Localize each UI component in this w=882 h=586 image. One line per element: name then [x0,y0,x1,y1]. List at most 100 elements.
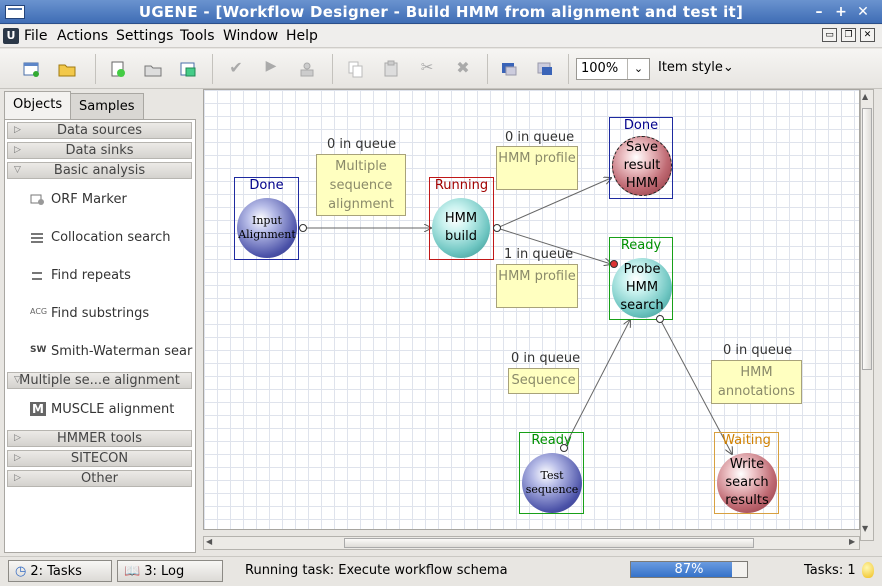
status-label: Ready [620,238,662,253]
queue-label: 0 in queue [505,130,575,145]
configure-icon[interactable] [296,58,318,80]
list-item-muscle[interactable]: MUSCLE alignment [51,402,174,417]
validate-icon[interactable]: ✔ [225,58,247,80]
menu-file[interactable]: File [24,28,47,44]
horizontal-scroll-thumb[interactable] [344,538,754,548]
horizontal-scrollbar[interactable]: ◀ ▶ [203,536,860,550]
input-alignment-node: Input Alignment [237,198,297,258]
paste-icon[interactable] [380,58,402,80]
process-test-sequence[interactable]: Ready Test sequence [519,432,584,514]
status-label: Done [249,178,284,193]
slot-note-hmm-annotations: HMM annotations [711,360,802,404]
progress-label: 87% [674,562,704,577]
export-schema-icon[interactable] [177,58,199,80]
cut-icon[interactable]: ✂ [416,58,438,80]
run-icon[interactable]: ▶ [260,58,282,80]
tab-objects[interactable]: Objects [4,91,72,120]
list-item-find-repeats[interactable]: Find repeats [51,268,131,283]
lightbulb-icon[interactable] [862,562,874,578]
input-port[interactable] [610,260,618,268]
list-item-find-substrings[interactable]: Find substrings [51,306,149,321]
mdi-restore-button[interactable]: ❐ [841,28,856,42]
task-progress-bar: 87% [630,561,748,578]
output-port[interactable] [560,444,568,452]
open-folder-icon[interactable] [56,58,78,80]
item-style-menu[interactable]: Item style⌄ [658,60,734,75]
chevron-right-icon: ▷ [14,433,21,443]
group-multiple-alignment[interactable]: ▽ Multiple se...e alignment [7,372,192,389]
slot-note-sequence: Sequence [508,368,579,394]
process-write-results[interactable]: Waiting Write search results [714,432,779,514]
list-item-smith-waterman[interactable]: Smith-Waterman sear [51,344,192,359]
slot-note-msa: Multiple sequence alignment [316,154,406,216]
zoom-select[interactable]: 100% ⌄ [576,58,650,80]
copy-icon[interactable] [344,58,366,80]
menu-window[interactable]: Window [223,28,278,44]
process-input-alignment[interactable]: Done Input Alignment [234,177,299,260]
chevron-right-icon: ▷ [14,125,21,135]
ugene-logo-icon: U [3,28,19,44]
write-results-node: Write search results [717,453,777,513]
tab-samples[interactable]: Samples [70,93,144,119]
scroll-up-icon[interactable]: ▲ [862,92,872,101]
output-port[interactable] [299,224,307,232]
scroll-left-icon[interactable]: ◀ [206,537,212,546]
minimize-button[interactable]: – [810,3,828,21]
group-other[interactable]: ▷ Other [7,470,192,487]
status-label: Ready [531,433,572,448]
output-port[interactable] [656,315,664,323]
workflow-canvas[interactable]: Done Input Alignment Running HMM build D… [203,89,860,530]
save-schema-icon[interactable] [142,58,164,80]
slot-note-hmm-profile: HMM profile [496,146,578,190]
maximize-button[interactable]: + [832,3,850,21]
collocation-icon [30,231,46,245]
load-schema-icon[interactable] [107,58,129,80]
delete-icon[interactable]: ✖ [452,58,474,80]
slot-note-hmm-profile: HMM profile [496,264,578,308]
find-substrings-icon: ACG [30,307,48,316]
chevron-down-icon: ⌄ [722,60,734,75]
vertical-scroll-thumb[interactable] [862,108,872,370]
queue-label: 0 in queue [511,351,581,366]
chevron-down-icon[interactable]: ⌄ [627,59,649,79]
mdi-minimize-button[interactable]: ▭ [822,28,837,42]
find-repeats-icon [30,269,46,283]
menu-help[interactable]: Help [286,28,318,44]
queue-label: 0 in queue [723,343,793,358]
group-data-sinks[interactable]: ▷ Data sinks [7,142,192,159]
orf-marker-icon [30,193,46,207]
group-hmmer-tools[interactable]: ▷ HMMER tools [7,430,192,447]
status-label: Waiting [722,433,771,448]
menu-settings[interactable]: Settings [116,28,173,44]
mdi-close-button[interactable]: ✕ [860,28,875,42]
list-item-collocation-search[interactable]: Collocation search [51,230,171,245]
group-data-sources[interactable]: ▷ Data sources [7,122,192,139]
process-save-hmm[interactable]: Done Save result HMM [609,117,673,199]
log-button[interactable]: 📖 3: Log [117,560,223,582]
scroll-down-icon[interactable]: ▼ [862,524,872,533]
group-basic-analysis[interactable]: ▽ Basic analysis [7,162,192,179]
status-label: Running [434,178,489,193]
chevron-down-icon: ▽ [14,375,21,385]
status-label: Done [623,118,659,133]
list-item-orf-marker[interactable]: ORF Marker [51,192,127,207]
process-hmm-build[interactable]: Running HMM build [429,177,494,260]
new-schema-icon[interactable] [20,58,42,80]
menu-actions[interactable]: Actions [57,28,108,44]
bring-to-front-icon[interactable] [498,58,520,80]
close-button[interactable]: ✕ [854,3,872,21]
objects-panel [4,119,196,553]
group-sitecon[interactable]: ▷ SITECON [7,450,192,467]
scroll-right-icon[interactable]: ▶ [849,537,855,546]
tasks-button[interactable]: ◷ 2: Tasks [8,560,112,582]
running-task-text: Running task: Execute workflow schema [245,563,508,578]
book-icon: 📖 [124,563,141,579]
vertical-scrollbar[interactable]: ▲ ▼ [860,89,874,541]
send-to-back-icon[interactable] [534,58,556,80]
window-title: UGENE - [Workflow Designer - Build HMM f… [138,3,744,21]
save-hmm-node: Save result HMM [612,136,672,196]
process-probe-hmm-search[interactable]: Ready Probe HMM search [609,237,673,320]
output-port[interactable] [493,224,501,232]
muscle-icon: M [30,402,46,416]
menu-tools[interactable]: Tools [180,28,215,44]
